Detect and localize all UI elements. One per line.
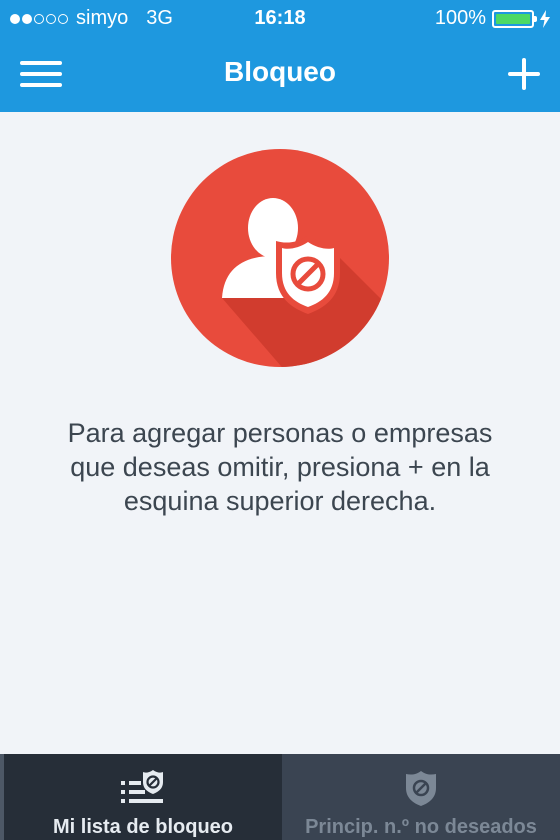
tab-top-unwanted-numbers[interactable]: Princip. n.º no deseados <box>282 754 560 840</box>
empty-state-message: Para agregar personas o empresas que des… <box>30 416 530 518</box>
shield-block-icon <box>406 771 436 806</box>
person-shield-block-icon <box>170 148 390 368</box>
tab-block-list-label: Mi lista de bloqueo <box>52 816 233 838</box>
tab-block-list[interactable]: Mi lista de bloqueo <box>0 754 282 840</box>
tab-bar: Mi lista de bloqueo Princip. n.º no dese… <box>0 754 560 840</box>
status-bar-right: 100% <box>435 7 550 30</box>
status-bar: simyo 3G 16:18 100% <box>0 0 560 38</box>
empty-state-line: esquina superior derecha. <box>123 486 437 516</box>
page-title: Bloqueo <box>224 56 336 87</box>
battery-icon <box>492 9 537 28</box>
header: simyo 3G 16:18 100% Bloqueo <box>0 0 560 112</box>
empty-state-line: Para agregar personas o empresas <box>67 418 493 448</box>
navigation-bar: Bloqueo <box>0 38 560 112</box>
tab-top-unwanted-numbers-label: Princip. n.º no deseados <box>305 816 537 838</box>
block-list-icon <box>121 770 163 803</box>
charging-bolt-icon <box>540 9 550 28</box>
add-button[interactable] <box>506 56 542 92</box>
empty-state-line: que deseas omitir, presiona + en la <box>70 452 490 482</box>
battery-percent: 100% <box>434 7 486 29</box>
